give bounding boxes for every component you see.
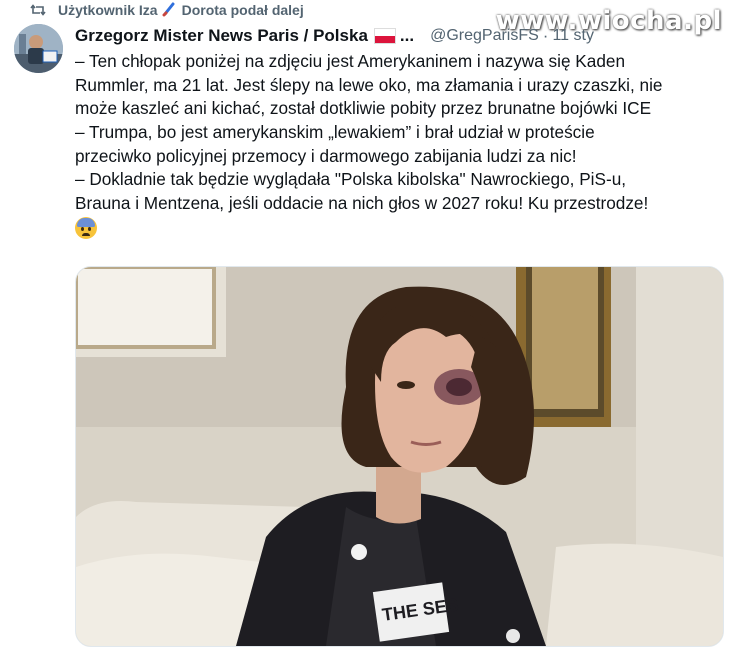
paintbrush-icon [162, 1, 178, 20]
repost-indicator[interactable]: Użytkownik Iza Dorota podał dalej [30, 0, 304, 20]
author-handle[interactable]: @GregParisFS [430, 27, 539, 45]
author-name[interactable]: Grzegorz Mister News Paris / Polska [75, 26, 368, 46]
tweet-line: Rummler, ma 21 lat. Jest ślepy na lewe o… [75, 74, 663, 95]
photo-icon: THE SES [76, 267, 723, 646]
tweet-line: – Ten chłopak poniżej na zdjęciu jest Am… [75, 51, 625, 71]
tweet-line: – Dokladnie tak będzie wyglądała "Polska… [75, 169, 627, 190]
tweet-text: – Ten chłopak poniżej na zdjęciu jest Am… [75, 50, 725, 240]
repost-user[interactable]: Użytkownik Iza [58, 2, 158, 18]
tweet-date[interactable]: 11 sty [552, 27, 594, 45]
poland-flag-icon [373, 28, 396, 44]
repost-icon [30, 2, 46, 18]
reposter-label[interactable]: Dorota podał dalej [182, 2, 304, 18]
tweet-line: – Trumpa, bo jest amerykanskim „lewakiem… [75, 122, 595, 143]
tweet-line: przeciwko policyjnej przemocy i darmoweg… [75, 145, 577, 166]
avatar[interactable] [14, 24, 63, 73]
emoji-line [75, 216, 725, 240]
separator-dot: · [542, 26, 549, 45]
tweet-header: Grzegorz Mister News Paris / Polska ... … [75, 24, 722, 48]
tweet-line: może kaszleć ani kichać, został dotkliwi… [75, 98, 652, 119]
tweet-line: Brauna i Mentzena, jeśli oddacie na nich… [75, 193, 649, 214]
tweet-photo[interactable]: THE SES [75, 266, 724, 647]
anxious-face-icon [75, 217, 97, 240]
name-ellipsis: ... [399, 26, 415, 45]
